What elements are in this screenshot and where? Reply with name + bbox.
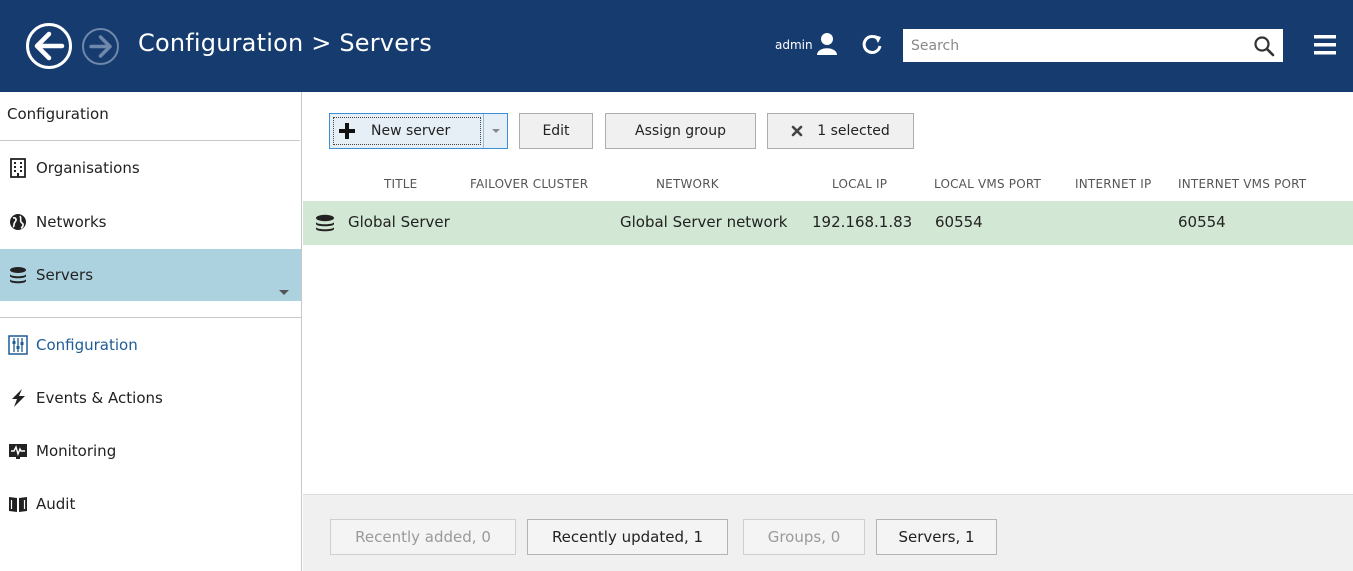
servers-button[interactable]: Servers, 1 <box>876 519 997 555</box>
building-icon <box>10 158 26 178</box>
column-header-local-vms-port[interactable]: LOCAL VMS PORT <box>934 177 1041 191</box>
servers-label: Servers, 1 <box>898 528 975 546</box>
selected-count: 1 selected <box>817 123 890 139</box>
table-row[interactable]: Global Server Global Server network 192.… <box>303 201 1353 245</box>
sidebar-item-label: Audit <box>36 495 76 513</box>
cell-network: Global Server network <box>620 213 788 231</box>
new-server-button[interactable]: New server <box>333 117 481 145</box>
refresh-icon[interactable] <box>862 34 882 54</box>
sidebar-item-events-actions[interactable]: Events & Actions <box>0 371 301 425</box>
column-header-network[interactable]: NETWORK <box>656 177 719 191</box>
cell-local-ip: 192.168.1.83 <box>812 213 913 231</box>
sidebar-item-label: Organisations <box>36 159 140 177</box>
sidebar-item-label: Configuration <box>36 336 138 354</box>
sidebar-heading: Configuration <box>7 105 109 123</box>
column-header-internet-vms-port[interactable]: INTERNET VMS PORT <box>1178 177 1306 191</box>
book-icon <box>9 497 27 512</box>
top-bar: Configuration > Servers admin <box>0 0 1353 92</box>
page-title: Configuration > Servers <box>138 29 432 57</box>
groups-label: Groups, 0 <box>767 528 841 546</box>
recently-updated-button[interactable]: Recently updated, 1 <box>527 519 728 555</box>
sidebar-item-monitoring[interactable]: Monitoring <box>0 424 301 478</box>
sidebar-item-label: Events & Actions <box>36 389 163 407</box>
server-stack-icon <box>316 214 334 232</box>
sliders-icon <box>8 335 28 355</box>
globe-icon <box>10 214 26 230</box>
lightning-icon <box>12 389 25 407</box>
column-header-internet-ip[interactable]: INTERNET IP <box>1075 177 1151 191</box>
cell-title: Global Server <box>348 213 450 231</box>
sidebar-item-label: Networks <box>36 213 107 231</box>
close-icon <box>791 125 803 137</box>
sidebar-item-servers[interactable]: Servers <box>0 249 301 301</box>
sidebar-item-networks[interactable]: Networks <box>0 195 301 249</box>
assign-group-label: Assign group <box>635 123 726 139</box>
groups-button[interactable]: Groups, 0 <box>743 519 865 555</box>
new-server-split-button: New server <box>329 113 508 149</box>
assign-group-button[interactable]: Assign group <box>605 113 756 149</box>
edit-label: Edit <box>542 123 570 139</box>
search-box <box>903 29 1283 62</box>
sidebar: Configuration Organisations Networks Ser… <box>0 92 302 571</box>
recently-added-button[interactable]: Recently added, 0 <box>330 519 516 555</box>
sidebar-item-configuration[interactable]: Configuration <box>0 318 301 372</box>
cell-local-vms-port: 60554 <box>935 213 983 231</box>
sidebar-item-organisations[interactable]: Organisations <box>0 141 301 195</box>
search-icon[interactable] <box>1253 35 1275 57</box>
edit-button[interactable]: Edit <box>519 113 593 149</box>
new-server-label: New server <box>371 123 451 139</box>
hamburger-menu-icon[interactable] <box>1313 33 1337 57</box>
server-stack-icon <box>10 267 26 284</box>
sidebar-item-label: Monitoring <box>36 442 117 460</box>
search-input[interactable] <box>903 29 1243 62</box>
forward-arrow-icon[interactable] <box>82 28 119 65</box>
new-server-dropdown[interactable] <box>483 114 507 148</box>
column-header-failover-cluster[interactable]: FAILOVER CLUSTER <box>470 177 588 191</box>
plus-icon <box>339 123 355 139</box>
chevron-down-icon[interactable] <box>279 290 289 295</box>
sidebar-item-label: Servers <box>36 266 94 284</box>
user-name[interactable]: admin <box>775 38 813 52</box>
recently-added-label: Recently added, 0 <box>355 528 491 546</box>
user-icon[interactable] <box>816 32 838 56</box>
sidebar-item-audit[interactable]: Audit <box>0 477 301 531</box>
monitor-pulse-icon <box>9 444 27 459</box>
cell-internet-vms-port: 60554 <box>1178 213 1226 231</box>
recently-updated-label: Recently updated, 1 <box>551 528 704 546</box>
footer-filter-bar: Recently added, 0 Recently updated, 1 Gr… <box>303 494 1353 571</box>
column-header-local-ip[interactable]: LOCAL IP <box>832 177 887 191</box>
back-arrow-icon[interactable] <box>26 23 72 69</box>
clear-selection-button[interactable]: 1 selected <box>767 113 914 149</box>
column-header-title[interactable]: TITLE <box>384 177 417 191</box>
chevron-down-icon <box>491 129 500 133</box>
